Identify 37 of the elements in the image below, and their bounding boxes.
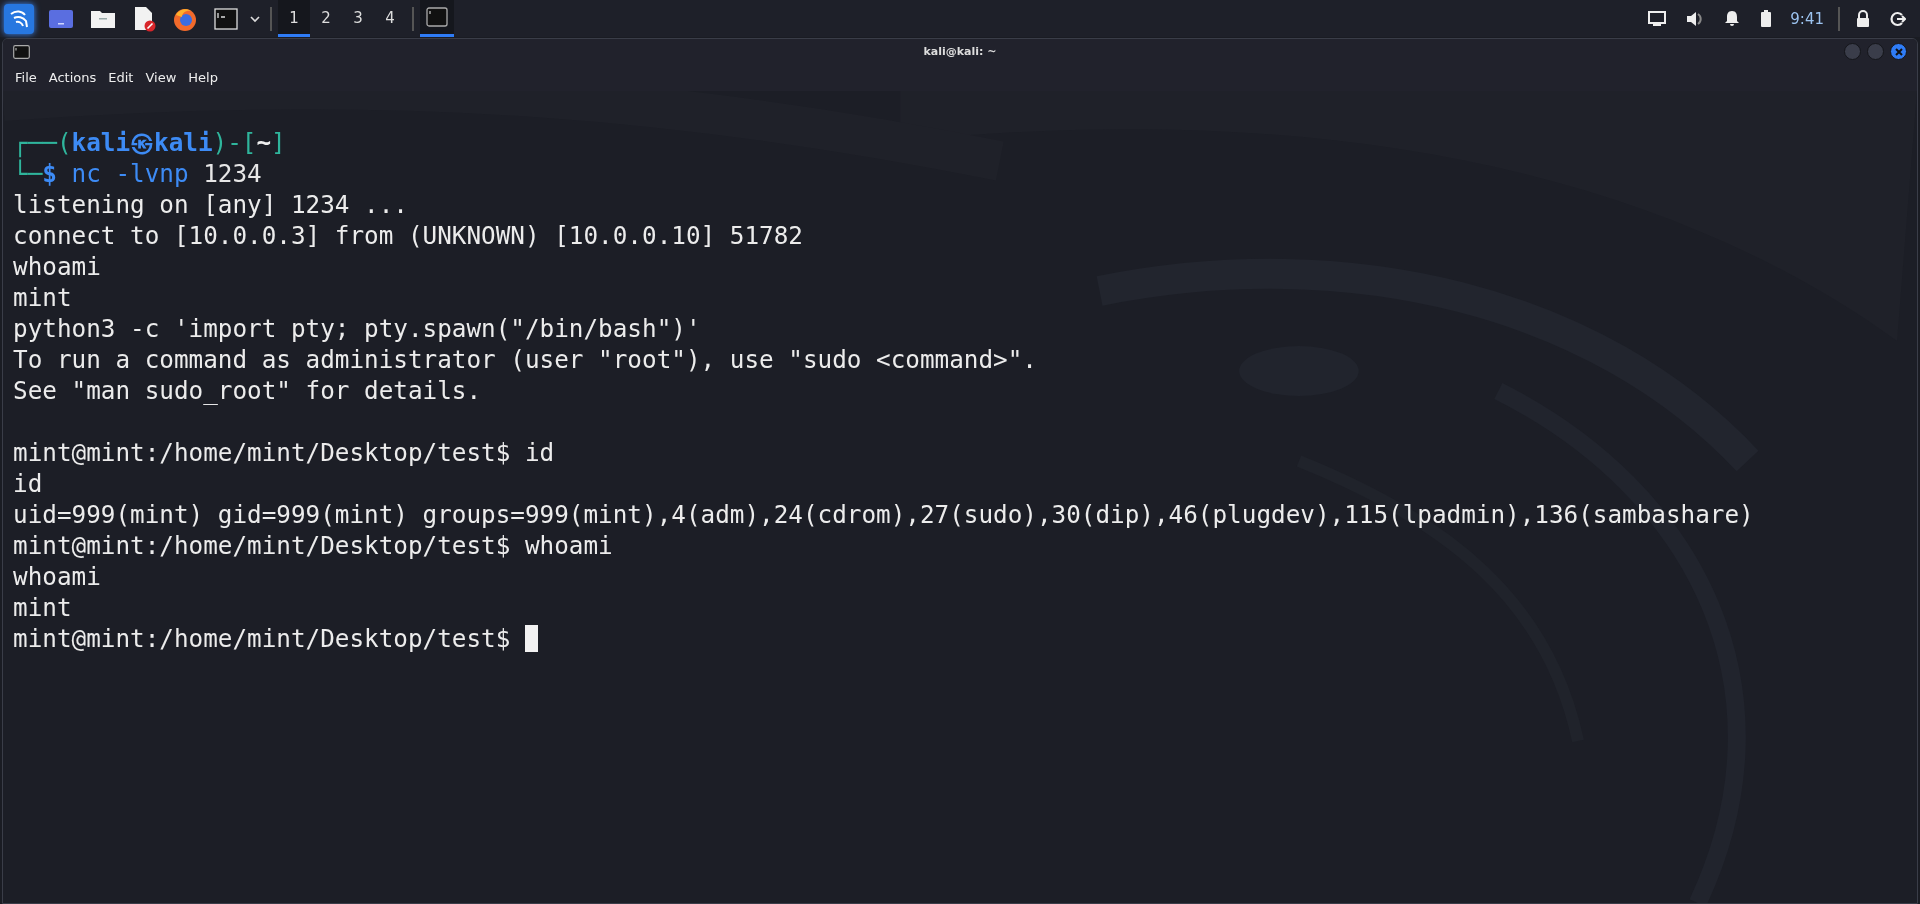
menu-item[interactable]: Help	[182, 70, 224, 85]
logout-icon[interactable]	[1890, 10, 1906, 27]
menu-item[interactable]: Edit	[102, 70, 140, 85]
menu-item[interactable]: Actions	[42, 70, 103, 85]
battery-icon[interactable]	[1760, 10, 1773, 27]
terminal-line: whoami	[13, 251, 101, 282]
workspace-tab[interactable]: 2	[310, 0, 342, 37]
terminal-line: To run a command as administrator (user "root"), use "sudo <command>".	[13, 344, 1037, 375]
prompt-line: ┌──(kali㉿kali)-[~]	[13, 127, 287, 158]
menu-item[interactable]: View	[139, 70, 183, 85]
terminal-line: mint@mint:/home/mint/Desktop/test$ id	[13, 437, 555, 468]
lock-icon[interactable]	[1856, 10, 1870, 27]
terminal-icon	[426, 7, 448, 27]
workspace-tab[interactable]: 4	[374, 0, 406, 37]
window-title: kali@kali: ~	[923, 45, 997, 58]
terminal-line: mint	[13, 282, 72, 313]
prompt-line: └─$ nc -lvnp 1234	[13, 158, 263, 189]
terminal-line: mint@mint:/home/mint/Desktop/test$	[13, 623, 512, 654]
terminal-task-button[interactable]	[420, 0, 454, 37]
close-icon	[1894, 47, 1903, 56]
workspace-tab[interactable]: 3	[342, 0, 374, 37]
workspace-tab[interactable]: 1	[278, 0, 310, 37]
clock[interactable]: 9:41	[1790, 9, 1824, 28]
terminal-icon	[13, 44, 30, 59]
terminal-line: See "man sudo_root" for details.	[13, 375, 482, 406]
bell-icon[interactable]	[1724, 10, 1741, 27]
terminal-line: uid=999(mint) gid=999(mint) groups=999(mint),4(adm),24(cdrom),27(sudo),30(dip),46(plugdev),115(lpadmin),136(sambashare)	[13, 499, 1754, 530]
volume-icon[interactable]	[1686, 10, 1705, 27]
terminal-line: id	[13, 468, 43, 499]
terminal-line: connect to [10.0.0.3] from (UNKNOWN) [10.0.0.10] 51782	[13, 220, 803, 251]
menu-item[interactable]: File	[9, 70, 43, 85]
close-button[interactable]	[1890, 43, 1907, 60]
terminal-line: mint@mint:/home/mint/Desktop/test$ whoami	[13, 530, 613, 561]
terminal-line: mint	[13, 592, 72, 623]
terminal-line: listening on [any] 1234 ...	[13, 189, 408, 220]
terminal-line: whoami	[13, 561, 101, 592]
terminal-line: python3 -c 'import pty; pty.spawn("/bin/bash")'	[13, 313, 701, 344]
